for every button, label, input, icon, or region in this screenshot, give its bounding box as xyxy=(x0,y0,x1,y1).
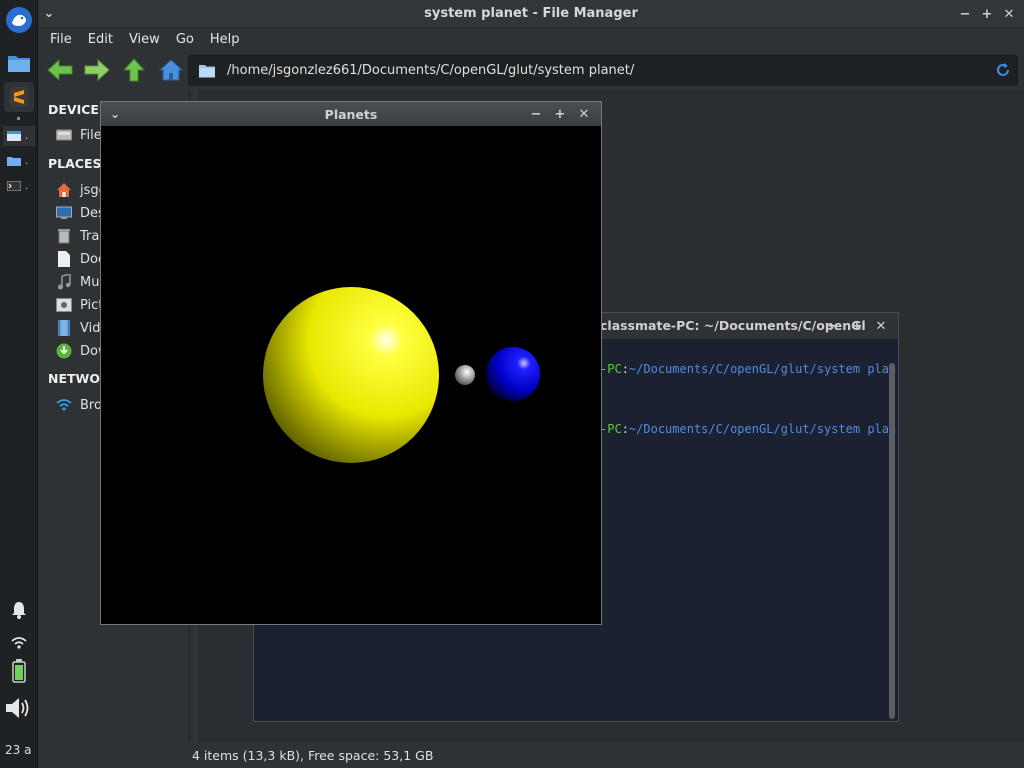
document-icon xyxy=(56,251,72,267)
sidebar-item-home[interactable]: jsgo xyxy=(56,182,107,198)
window-menu-chevron-icon[interactable]: ⌄ xyxy=(38,3,60,25)
desktop-icon xyxy=(56,205,72,221)
moon-sphere xyxy=(455,365,475,385)
terminal-minimize-button[interactable]: − xyxy=(822,315,844,337)
dock-panel: . . . 23 a xyxy=(0,0,38,768)
separator-dot xyxy=(17,117,20,120)
download-icon xyxy=(56,343,72,359)
home-button[interactable] xyxy=(155,54,187,86)
window-title: system planet - File Manager xyxy=(424,6,638,21)
fm-titlebar[interactable]: ⌄ system planet - File Manager − + ✕ xyxy=(38,0,1024,28)
sidebar-item-label: Bro xyxy=(80,397,102,413)
trash-icon xyxy=(56,228,72,244)
folder-icon xyxy=(199,65,215,78)
prompt-path: ~/Documents/C/openGL/glut/system plan xyxy=(628,422,897,436)
video-icon xyxy=(56,320,72,336)
prompt-host: -PC xyxy=(600,362,622,376)
terminal-line: -PC:~/Documents/C/openGL/glut/system pla… xyxy=(600,362,896,376)
path-text: /home/jsgonzlez661/Documents/C/openGL/gl… xyxy=(227,63,635,78)
sidebar-item-filesystem[interactable]: File xyxy=(56,127,102,143)
status-bar: 4 items (13,3 kB), Free space: 53,1 GB xyxy=(192,748,434,763)
notification-bell-icon[interactable] xyxy=(4,595,34,625)
terminal-close-button[interactable]: ✕ xyxy=(870,315,892,337)
clock[interactable]: 23 a xyxy=(5,743,37,757)
prompt-host: -PC xyxy=(600,422,622,436)
minimize-button[interactable]: − xyxy=(954,3,976,25)
network-wifi-icon xyxy=(56,397,72,413)
planets-window: ⌄ Planets − + ✕ xyxy=(100,101,602,625)
task-file-manager[interactable]: . xyxy=(3,126,35,146)
sublime-text-icon[interactable] xyxy=(4,82,34,112)
prompt-path: ~/Documents/C/openGL/glut/system plan xyxy=(628,362,897,376)
pictures-icon xyxy=(56,297,72,313)
menu-help[interactable]: Help xyxy=(202,32,248,47)
planet-sphere xyxy=(486,347,540,401)
menubar: File Edit View Go Help xyxy=(38,28,1024,50)
devices-header: DEVICES xyxy=(48,102,108,117)
reload-icon[interactable] xyxy=(995,62,1011,78)
sidebar-item-desktop[interactable]: Des xyxy=(56,205,105,221)
task-label: . xyxy=(25,130,29,142)
home-icon xyxy=(56,182,72,198)
sidebar-item-music[interactable]: Mus xyxy=(56,274,106,290)
sidebar-item-label: File xyxy=(80,127,102,143)
sidebar-item-pictures[interactable]: Pict xyxy=(56,297,103,313)
sun-sphere xyxy=(263,287,439,463)
planets-minimize-button[interactable]: − xyxy=(525,103,547,125)
menu-file[interactable]: File xyxy=(42,32,80,47)
places-header: PLACES xyxy=(48,156,102,171)
task-terminal[interactable]: . xyxy=(3,176,35,196)
sidebar-item-trash[interactable]: Tras xyxy=(56,228,106,244)
volume-icon[interactable] xyxy=(4,693,34,723)
whisker-menu-icon[interactable] xyxy=(4,5,34,35)
sidebar-item-documents[interactable]: Doc xyxy=(56,251,105,267)
terminal-line: -PC:~/Documents/C/openGL/glut/system pla… xyxy=(600,422,896,436)
sidebar-item-browse-network[interactable]: Bro xyxy=(56,397,102,413)
prompt-sep: : xyxy=(621,362,629,376)
music-icon xyxy=(56,274,72,290)
planets-titlebar[interactable]: ⌄ Planets − + ✕ xyxy=(101,102,601,126)
prompt-sep: : xyxy=(621,422,629,436)
menu-view[interactable]: View xyxy=(121,32,168,47)
planets-maximize-button[interactable]: + xyxy=(549,103,571,125)
parent-folder-button[interactable] xyxy=(118,54,150,86)
wifi-icon[interactable] xyxy=(4,628,34,658)
terminal-maximize-button[interactable]: + xyxy=(846,315,868,337)
menu-edit[interactable]: Edit xyxy=(80,32,121,47)
opengl-canvas[interactable] xyxy=(101,126,601,624)
task-label: . xyxy=(25,180,29,192)
drive-icon xyxy=(56,127,72,143)
location-bar[interactable]: /home/jsgonzlez661/Documents/C/openGL/gl… xyxy=(188,55,1018,86)
forward-button[interactable] xyxy=(81,54,113,86)
close-button[interactable]: ✕ xyxy=(998,3,1020,25)
battery-icon[interactable] xyxy=(4,656,34,686)
task-label: . xyxy=(25,155,29,167)
file-manager-launcher-icon[interactable] xyxy=(4,48,34,78)
terminal-scrollbar[interactable] xyxy=(889,363,895,719)
task-planets[interactable]: . xyxy=(3,151,35,171)
maximize-button[interactable]: + xyxy=(976,3,998,25)
back-button[interactable] xyxy=(44,54,76,86)
planets-close-button[interactable]: ✕ xyxy=(573,103,595,125)
menu-go[interactable]: Go xyxy=(168,32,202,47)
